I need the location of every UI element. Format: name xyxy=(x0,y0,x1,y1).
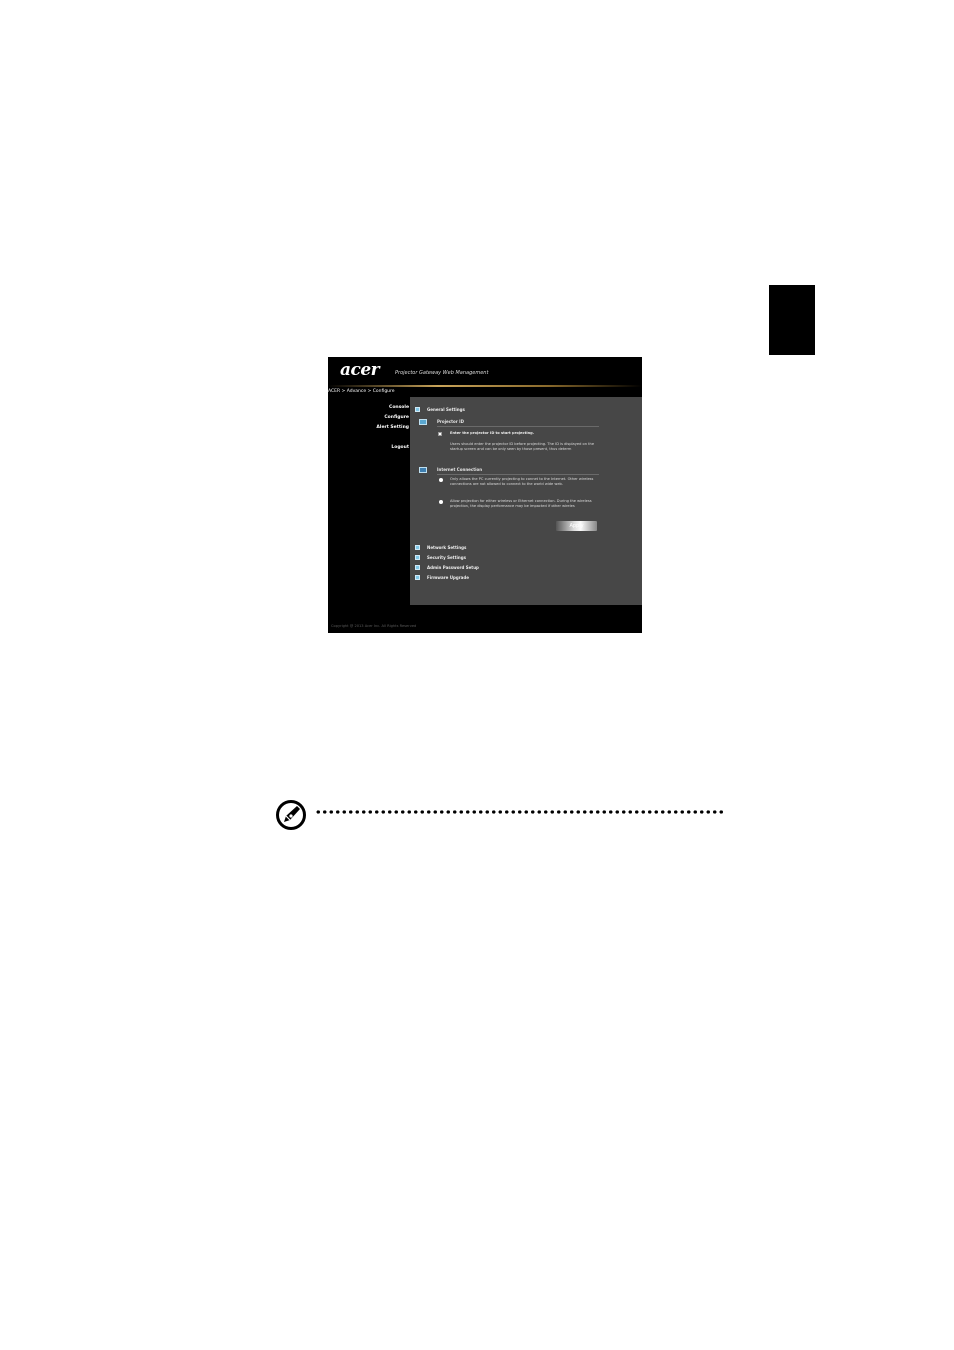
section-admin-password-setup[interactable]: Admin Password Setup xyxy=(427,565,479,570)
header-subtitle: Projector Gateway Web Management xyxy=(395,370,489,376)
expand-square-icon[interactable] xyxy=(415,575,420,580)
header-divider xyxy=(328,385,642,387)
projector-id-description: Users should enter the projector ID befo… xyxy=(450,442,595,451)
section-firmware-upgrade[interactable]: Firmware Upgrade xyxy=(427,575,469,580)
sidebar-item-logout[interactable]: Logout xyxy=(391,445,409,450)
network-icon xyxy=(419,467,427,473)
breadcrumb: ACER > Advance > Configure xyxy=(328,389,395,394)
section-security-settings[interactable]: Security Settings xyxy=(427,555,466,560)
expand-square-icon[interactable] xyxy=(415,565,420,570)
expand-square-icon[interactable] xyxy=(415,407,420,412)
sidebar-item-console[interactable]: Console xyxy=(389,405,409,410)
divider xyxy=(437,426,599,427)
note-divider xyxy=(315,810,723,814)
internet-option-2-radio[interactable] xyxy=(439,500,443,504)
copyright-footer: Copyright @ 2013 Acer Inc. All Rights Re… xyxy=(331,624,417,628)
projector-id-title: Projector ID xyxy=(437,419,464,424)
internet-option-2-label: Allow projection for either wireless or … xyxy=(450,499,592,508)
web-management-window: acer Projector Gateway Web Management AC… xyxy=(328,357,642,633)
projector-id-checkbox[interactable] xyxy=(438,432,442,436)
divider xyxy=(437,474,599,475)
section-network-settings[interactable]: Network Settings xyxy=(427,545,466,550)
section-general-settings[interactable]: General Settings xyxy=(427,407,465,412)
expand-square-icon[interactable] xyxy=(415,555,420,560)
monitor-icon xyxy=(419,419,427,425)
chapter-tab xyxy=(769,285,815,355)
apply-button[interactable]: Apply xyxy=(556,521,597,531)
header: acer Projector Gateway Web Management xyxy=(328,357,642,389)
acer-logo: acer xyxy=(340,360,380,380)
sidebar-item-configure[interactable]: Configure xyxy=(384,415,409,420)
sidebar-item-alert-setting[interactable]: Alert Setting xyxy=(376,425,409,430)
internet-option-1-radio[interactable] xyxy=(439,478,443,482)
note-pen-icon xyxy=(276,800,306,830)
internet-connection-title: Internet Connection xyxy=(437,467,483,472)
projector-id-checkbox-label: Enter the projector ID to start projecti… xyxy=(450,431,535,435)
content-panel: General Settings Projector ID Enter the … xyxy=(410,397,642,605)
expand-square-icon[interactable] xyxy=(415,545,420,550)
internet-option-1-label: Only allows the PC currently projecting … xyxy=(450,477,594,486)
